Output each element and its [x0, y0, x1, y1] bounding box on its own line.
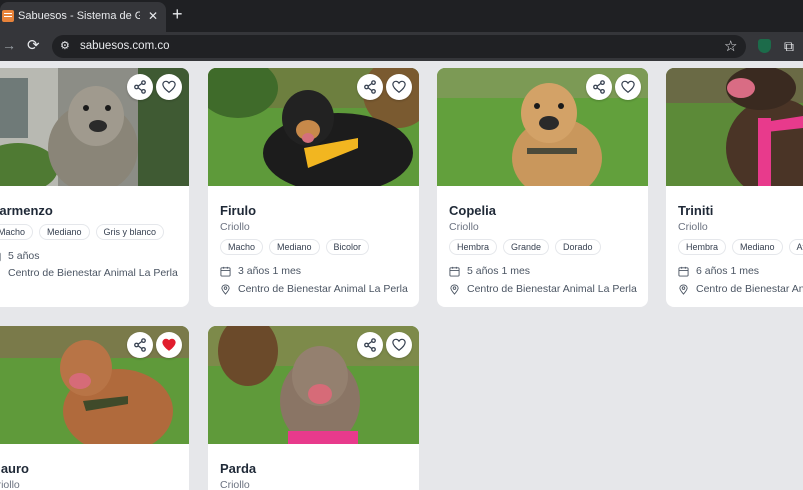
tag: Grande — [503, 239, 550, 255]
bookmark-star-icon[interactable]: ☆ — [724, 37, 737, 55]
heart-icon — [392, 338, 406, 352]
pet-card[interactable]: Firulo Criollo Macho Mediano Bicolor 3 a… — [208, 68, 419, 307]
heart-icon — [392, 80, 406, 94]
calendar-icon — [0, 252, 1, 261]
tag: Hembra — [449, 239, 498, 255]
pet-location: Centro de Bienestar Animal La Perla — [449, 283, 637, 295]
pet-location-text: Centro de Bienestar Animal La Perla — [467, 283, 637, 295]
pet-name: Firulo — [220, 203, 257, 218]
tag: Hembra — [678, 239, 727, 255]
pet-location-text: Centro de Bienestar Animal La Perla — [8, 267, 178, 279]
browser-tab-bar: Sabuesos - Sistema de Gestión ✕ + — [0, 0, 803, 32]
pet-breed: Criollo — [449, 221, 479, 233]
url-text[interactable]: sabuesos.com.co — [80, 40, 170, 52]
pet-name: Parda — [220, 461, 257, 476]
favorite-button[interactable] — [615, 74, 641, 100]
location-pin-icon — [221, 283, 230, 295]
location-pin-icon — [0, 268, 1, 279]
heart-icon — [162, 80, 176, 94]
heart-icon — [621, 80, 635, 94]
pet-card[interactable]: Parda Criollo — [208, 326, 419, 490]
share-button[interactable] — [586, 74, 612, 100]
pet-tags: Macho Mediano Bicolor — [220, 239, 370, 255]
favorite-button[interactable] — [156, 74, 182, 100]
pet-breed: Criollo — [678, 221, 708, 233]
pet-location-text: Centro de Bienestar Animal La Perla — [696, 283, 803, 295]
extensions-puzzle-icon[interactable]: ⧉ — [784, 38, 794, 55]
pet-card[interactable]: Triniti Criollo Hembra Mediano Atigrado … — [666, 68, 803, 307]
tag: Mediano — [39, 224, 90, 240]
close-tab-icon[interactable]: ✕ — [148, 9, 158, 23]
pet-breed: Criollo — [220, 479, 250, 490]
favorite-button[interactable] — [386, 74, 412, 100]
share-button[interactable] — [127, 74, 153, 100]
pet-breed: Criollo — [220, 221, 250, 233]
pet-age: 6 años 1 mes — [678, 265, 759, 277]
favorite-button-active[interactable] — [156, 332, 182, 358]
tag: Bicolor — [325, 239, 370, 255]
pet-breed: Criollo — [0, 479, 20, 490]
pet-photo — [666, 68, 803, 186]
pet-tags: Hembra Mediano Atigrado — [678, 239, 803, 255]
pet-card[interactable]: Mauro Criollo — [0, 326, 189, 490]
pet-card[interactable]: Copelia Criollo Hembra Grande Dorado 5 a… — [437, 68, 648, 307]
favorite-button[interactable] — [386, 332, 412, 358]
pet-location-text: Centro de Bienestar Animal La Perla — [238, 283, 408, 295]
calendar-icon — [220, 266, 231, 277]
share-button[interactable] — [127, 332, 153, 358]
share-icon — [364, 338, 376, 352]
share-icon — [593, 80, 605, 94]
browser-tab[interactable]: Sabuesos - Sistema de Gestión ✕ — [0, 2, 166, 32]
pet-age-text: 5 años — [8, 250, 40, 262]
pet-age-text: 6 años 1 mes — [696, 265, 760, 277]
pet-location: Centro de Bienestar Animal La Perla — [220, 283, 408, 295]
pet-age: 3 años 1 mes — [220, 265, 301, 277]
tab-title: Sabuesos - Sistema de Gestión — [18, 10, 140, 22]
site-favicon-icon — [2, 10, 14, 22]
extension-shield-icon[interactable] — [758, 39, 771, 53]
new-tab-button[interactable]: + — [172, 4, 183, 25]
tag: Macho — [0, 224, 34, 240]
address-bar[interactable]: ⚙ sabuesos.com.co ☆ — [52, 35, 746, 58]
pet-location: Centro de Bienestar Animal La Perla — [678, 283, 803, 295]
forward-icon[interactable]: → — [2, 37, 16, 53]
tag: Atigrado — [788, 239, 803, 255]
share-button[interactable] — [357, 74, 383, 100]
tag: Dorado — [555, 239, 601, 255]
heart-filled-icon — [162, 338, 176, 351]
pet-location: Centro de Bienestar Animal La Perla — [0, 267, 178, 279]
tag: Mediano — [269, 239, 320, 255]
calendar-icon — [449, 266, 460, 277]
location-pin-icon — [679, 283, 688, 295]
browser-toolbar: → ⟳ ⚙ sabuesos.com.co ☆ ⧉ — [0, 32, 803, 61]
pet-card[interactable]: Carmenzo Macho Mediano Gris y blanco 5 a… — [0, 68, 189, 307]
tag: Gris y blanco — [95, 224, 165, 240]
tag: Macho — [220, 239, 264, 255]
pet-name: Carmenzo — [0, 203, 53, 218]
pet-tags: Hembra Grande Dorado — [449, 239, 601, 255]
tag: Mediano — [732, 239, 783, 255]
calendar-icon — [678, 266, 689, 277]
pet-age: 5 años — [0, 250, 40, 262]
pet-age-text: 5 años 1 mes — [467, 265, 531, 277]
reload-icon[interactable]: ⟳ — [27, 36, 40, 54]
share-icon — [134, 80, 146, 94]
pet-name: Triniti — [678, 203, 714, 218]
share-icon — [364, 80, 376, 94]
site-settings-icon[interactable]: ⚙ — [60, 39, 70, 52]
pet-tags: Macho Mediano Gris y blanco — [0, 224, 165, 240]
location-pin-icon — [450, 283, 459, 295]
share-button[interactable] — [357, 332, 383, 358]
pet-age-text: 3 años 1 mes — [238, 265, 302, 277]
pet-age: 5 años 1 mes — [449, 265, 530, 277]
pet-name: Mauro — [0, 461, 29, 476]
share-icon — [134, 338, 146, 352]
pet-name: Copelia — [449, 203, 496, 218]
